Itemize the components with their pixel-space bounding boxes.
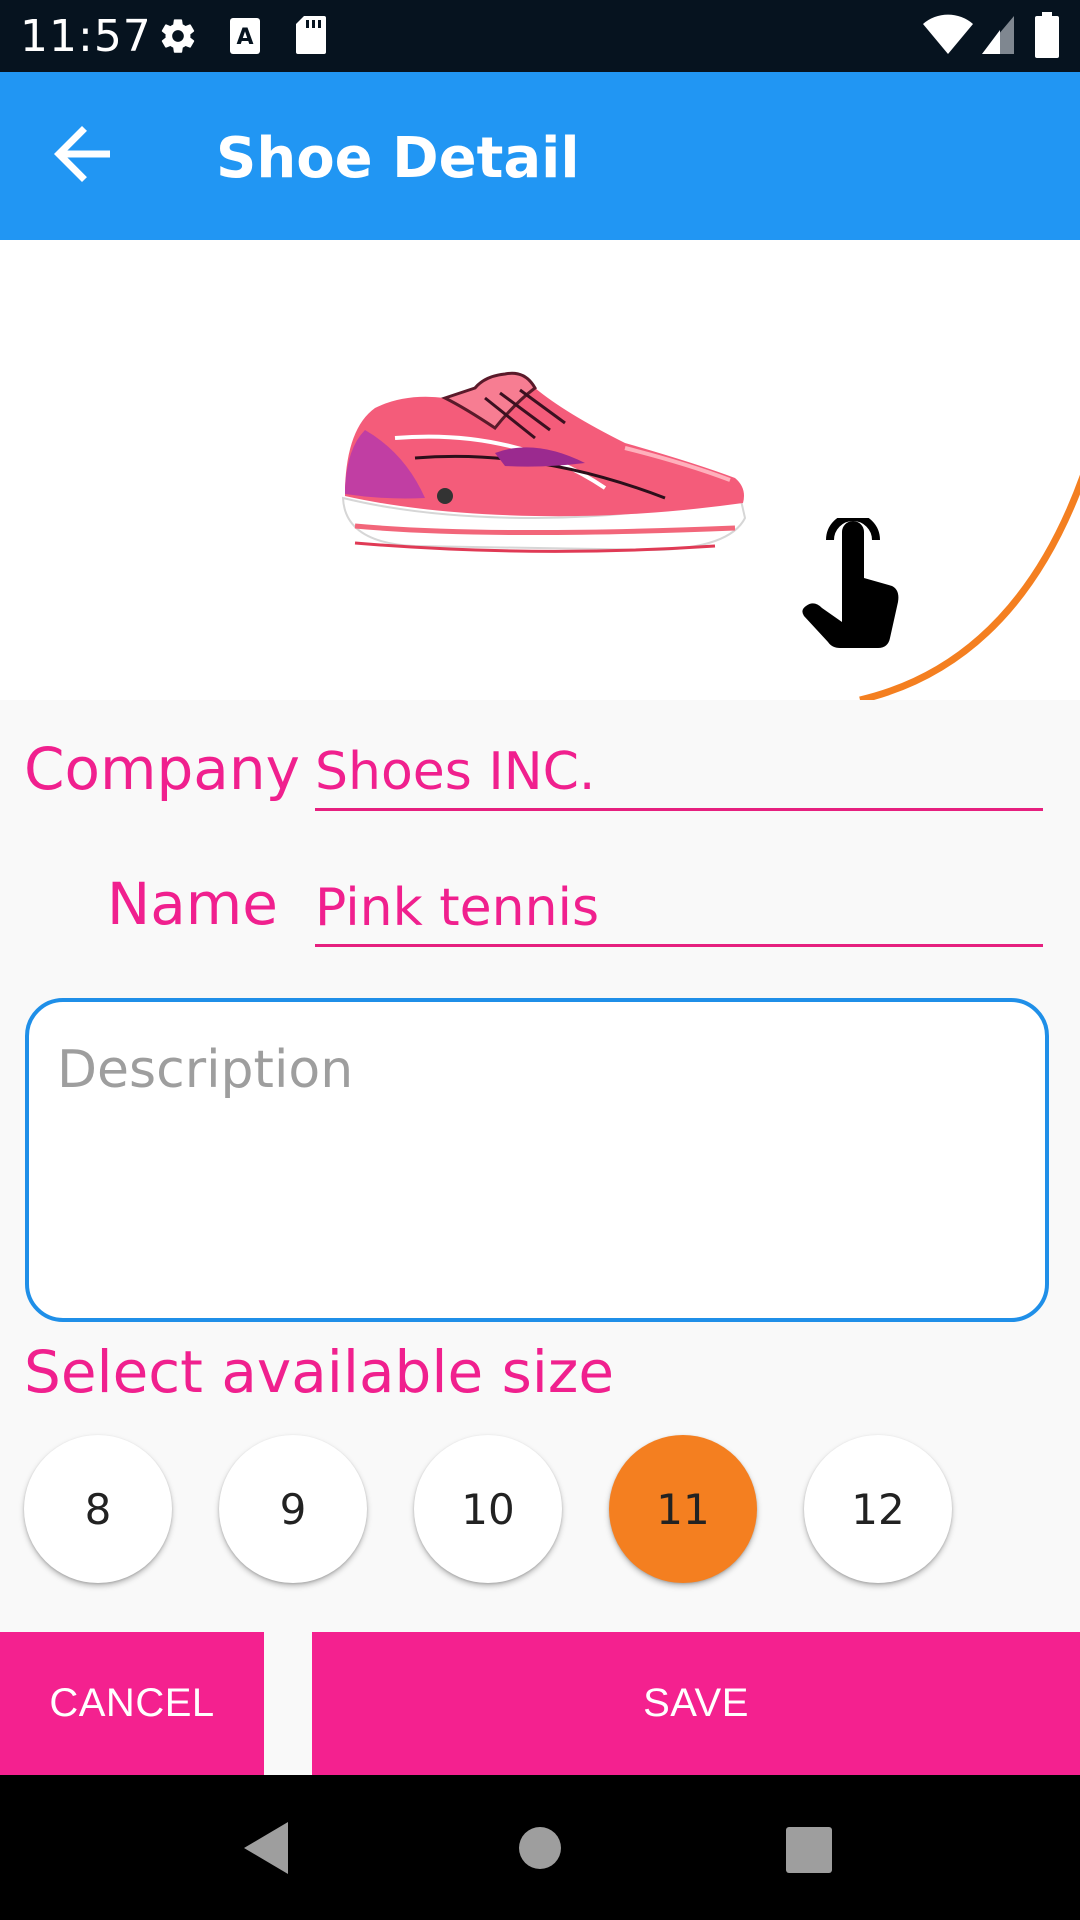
name-underline (315, 944, 1043, 947)
size-option-12[interactable]: 12 (804, 1435, 952, 1583)
battery-icon (1035, 12, 1059, 58)
company-underline (315, 808, 1043, 811)
cancel-button[interactable]: CANCEL (0, 1632, 264, 1775)
company-label: Company (24, 735, 300, 803)
sd-card-icon (296, 16, 326, 54)
system-nav-bar (0, 1775, 1080, 1920)
arrow-back-icon[interactable] (40, 112, 124, 196)
description-placeholder: Description (57, 1040, 354, 1100)
status-time: 11:57 (20, 11, 152, 62)
app-bar: Shoe Detail (0, 72, 1080, 240)
save-button[interactable]: SAVE (312, 1632, 1080, 1775)
name-label: Name (106, 870, 278, 938)
page-title: Shoe Detail (216, 126, 580, 191)
back-triangle-icon[interactable] (244, 1822, 288, 1874)
size-option-11[interactable]: 11 (609, 1435, 757, 1583)
a-icon: A (230, 18, 260, 54)
recents-square-icon[interactable] (786, 1827, 832, 1873)
gear-icon (161, 19, 195, 53)
status-bar: 11:57 A (0, 0, 1080, 72)
size-option-8[interactable]: 8 (24, 1435, 172, 1583)
wifi-icon (923, 14, 973, 54)
shoe-image (341, 371, 747, 553)
name-input[interactable]: Pink tennis (315, 878, 599, 938)
company-input[interactable]: Shoes INC. (315, 742, 595, 802)
svg-text:A: A (236, 25, 253, 50)
hand-pointer-icon (802, 518, 899, 648)
size-section-title: Select available size (24, 1338, 615, 1406)
size-option-10[interactable]: 10 (414, 1435, 562, 1583)
description-field[interactable]: Description (25, 998, 1049, 1322)
signal-icon (982, 16, 1014, 54)
home-circle-icon[interactable] (518, 1826, 562, 1870)
size-option-9[interactable]: 9 (219, 1435, 367, 1583)
shoe-image-area[interactable] (0, 240, 1080, 700)
